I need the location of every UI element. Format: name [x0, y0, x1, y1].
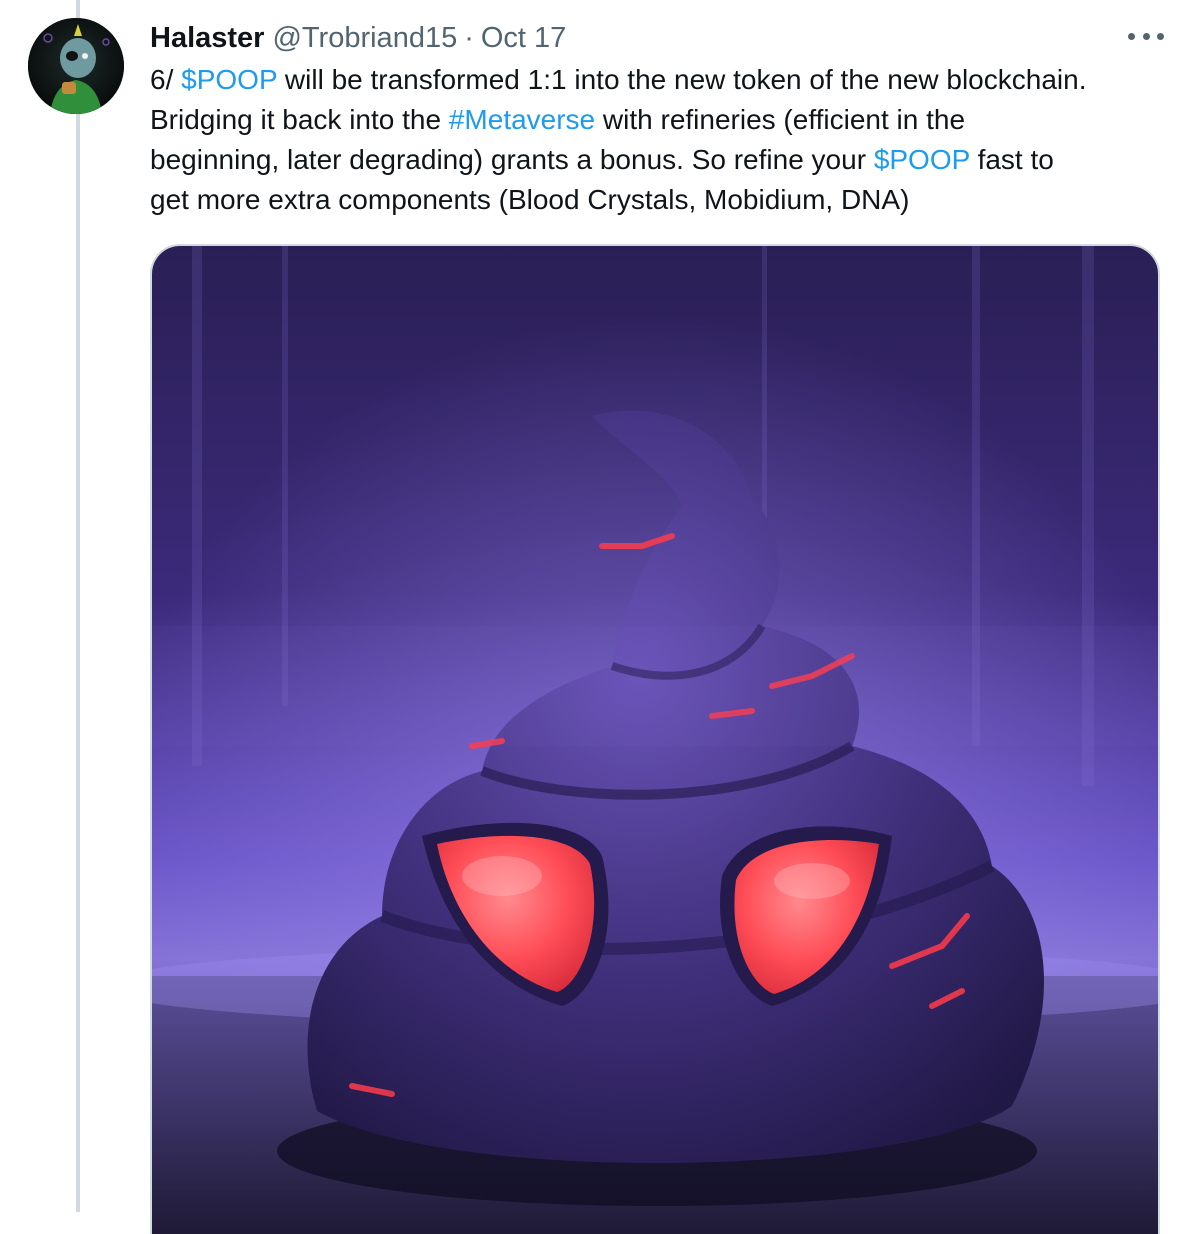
- tweet-text-line: 6/ $POOP will be transformed 1:1 into th…: [150, 60, 1180, 100]
- tweet-date[interactable]: Oct 17: [481, 22, 566, 55]
- author-avatar[interactable]: [28, 18, 124, 114]
- text-segment: will be transformed 1:1 into the new tok…: [277, 64, 1087, 95]
- text-segment: fast to: [969, 144, 1054, 175]
- tweet-text-line: beginning, later degrading) grants a bon…: [150, 140, 1180, 180]
- avatar-image: [28, 18, 124, 114]
- thread-connector-line: [76, 0, 80, 1212]
- poop-creature-illustration: [152, 246, 1158, 1234]
- tweet-text-line: Bridging it back into the #Metaverse wit…: [150, 100, 1180, 140]
- header-separator: ·: [464, 21, 474, 54]
- text-segment: beginning, later degrading) grants a bon…: [150, 144, 874, 175]
- author-handle[interactable]: @Trobriand15: [272, 22, 457, 55]
- hashtag-link[interactable]: #Metaverse: [449, 104, 595, 135]
- more-options-button[interactable]: [1128, 24, 1164, 48]
- tweet-text-line: get more extra components (Blood Crystal…: [150, 184, 910, 215]
- cashtag-link[interactable]: $POOP: [181, 64, 277, 95]
- tweet-text: 6/ $POOP will be transformed 1:1 into th…: [150, 60, 1180, 220]
- more-horizontal-icon: [1128, 32, 1135, 40]
- cashtag-link[interactable]: $POOP: [874, 144, 970, 175]
- more-horizontal-icon-dot: [1142, 32, 1150, 40]
- text-segment: Bridging it back into the: [150, 104, 449, 135]
- tweet-header: Halaster @Trobriand15 · Oct 17: [150, 18, 566, 58]
- more-horizontal-icon-dot: [1157, 32, 1164, 40]
- author-display-name[interactable]: Halaster: [150, 22, 264, 55]
- text-segment: 6/: [150, 64, 182, 95]
- tweet-media-image[interactable]: [150, 244, 1160, 1234]
- text-segment: with refineries (efficient in the: [595, 104, 966, 135]
